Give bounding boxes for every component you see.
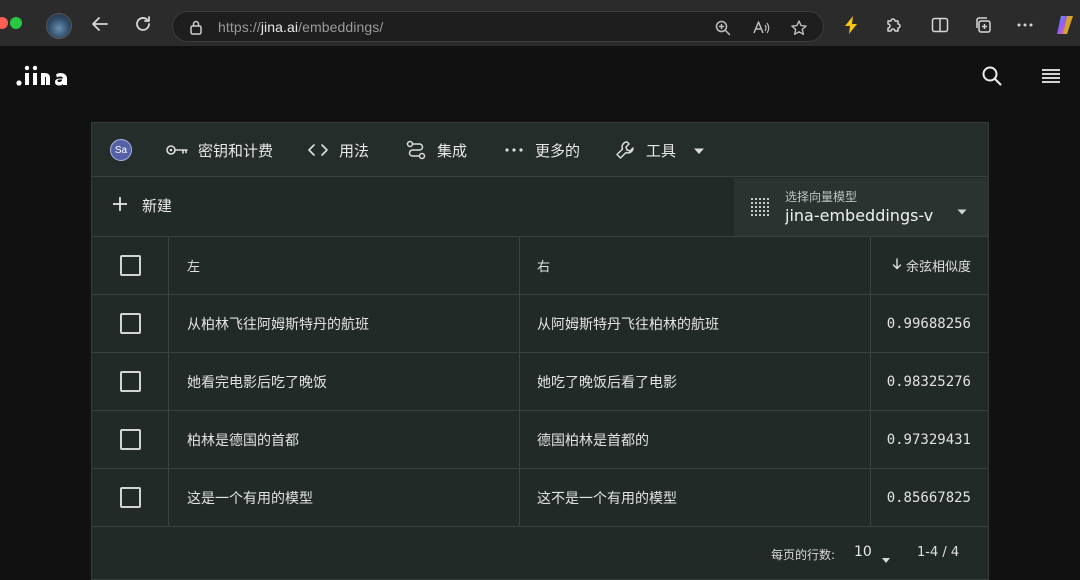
toolbar-item-label: 集成: [437, 141, 468, 160]
cell-score: 0.85667825: [886, 489, 971, 506]
cell-left-text: 从柏林飞往阿姆斯特丹的航班: [169, 295, 520, 352]
column-header-score-label: 余弦相似度: [905, 260, 971, 275]
page-range: 1-4 / 4: [917, 545, 960, 560]
url-text: https://jina.ai/embeddings/: [218, 19, 384, 35]
back-arrow-icon[interactable]: [88, 12, 112, 36]
toolbar-item-keys-billing[interactable]: 密钥和计费: [165, 138, 273, 162]
split-screen-icon[interactable]: [928, 13, 952, 37]
toolbar-item-label: 密钥和计费: [198, 141, 274, 160]
model-select[interactable]: 选择向量模型 jina-embeddings-v: [734, 178, 988, 236]
key-icon: [165, 138, 189, 162]
embeddings-panel: Sa 密钥和计费 用法 集成 更多的 工具 新建 选择向量模型 jina-emb…: [91, 122, 989, 580]
wrench-icon: [613, 138, 637, 162]
lock-icon: [189, 19, 203, 39]
cell-score: 0.98325276: [886, 373, 971, 390]
window-close-button[interactable]: [0, 17, 8, 29]
toolbar-item-more[interactable]: 更多的: [502, 138, 580, 162]
zoom-icon[interactable]: [713, 18, 733, 38]
model-select-value: jina-embeddings-v: [785, 206, 934, 225]
cell-left-text: 柏林是德国的首都: [169, 411, 520, 468]
cell-score: 0.99688256: [886, 315, 971, 332]
search-icon[interactable]: [980, 64, 1004, 88]
sort-arrow-down-icon: [892, 257, 902, 274]
table-row[interactable]: 柏林是德国的首都 德国柏林是首都的 0.97329431: [92, 411, 988, 469]
row-select-cell: [92, 411, 169, 468]
row-select-cell: [92, 353, 169, 410]
cell-right-text: 她吃了晚饭后看了电影: [520, 353, 871, 410]
user-avatar[interactable]: Sa: [110, 139, 132, 161]
copilot-icon[interactable]: [1053, 13, 1077, 37]
address-bar[interactable]: https://jina.ai/embeddings/: [172, 11, 824, 42]
toolbar-item-label: 更多的: [535, 141, 581, 160]
table-row[interactable]: 这是一个有用的模型 这不是一个有用的模型 0.85667825: [92, 469, 988, 527]
cell-left-text: 她看完电影后吃了晚饭: [169, 353, 520, 410]
toolbar-item-usage[interactable]: 用法: [306, 138, 369, 162]
toolbar-item-integrations[interactable]: 集成: [404, 138, 467, 162]
cell-right-text: 这不是一个有用的模型: [520, 469, 871, 526]
rows-per-page-label: 每页的行数:: [771, 548, 836, 562]
column-header-left[interactable]: 左: [169, 237, 520, 294]
favorite-star-icon[interactable]: [789, 18, 809, 38]
row-checkbox[interactable]: [119, 429, 141, 450]
lightning-extension-icon[interactable]: [839, 13, 863, 37]
chevron-down-icon: [956, 201, 968, 220]
page: Sa 密钥和计费 用法 集成 更多的 工具 新建 选择向量模型 jina-emb…: [0, 46, 1080, 580]
window-zoom-button[interactable]: [10, 17, 22, 29]
action-bar: 新建 选择向量模型 jina-embeddings-v: [92, 178, 988, 237]
panel-toolbar: Sa 密钥和计费 用法 集成 更多的 工具: [92, 123, 988, 177]
more-horizontal-icon: [502, 138, 526, 162]
more-menu-icon[interactable]: [1013, 13, 1037, 37]
hamburger-menu-icon[interactable]: [1039, 64, 1063, 88]
new-button-label: 新建: [142, 197, 173, 215]
grid-icon: [751, 198, 769, 216]
toolbar-item-label: 用法: [339, 141, 370, 160]
browser-profile-avatar[interactable]: [46, 13, 72, 39]
cell-right-text: 德国柏林是首都的: [520, 411, 871, 468]
table-row[interactable]: 她看完电影后吃了晚饭 她吃了晚饭后看了电影 0.98325276: [92, 353, 988, 411]
refresh-icon[interactable]: [131, 12, 155, 36]
cell-right-text: 从阿姆斯特丹飞往柏林的航班: [520, 295, 871, 352]
rows-per-page-select[interactable]: 10: [854, 544, 872, 560]
jina-logo[interactable]: [16, 63, 76, 89]
column-header-score[interactable]: 余弦相似度: [871, 237, 988, 294]
extensions-puzzle-icon[interactable]: [882, 13, 906, 37]
code-icon: [306, 138, 330, 162]
toolbar-item-tools[interactable]: 工具: [613, 138, 705, 162]
similarity-table: 左 右 余弦相似度 从柏林飞往阿姆斯特丹的航班 从阿姆斯特丹飞往柏林的航班 0.…: [92, 237, 988, 527]
plus-icon: [112, 196, 128, 216]
row-checkbox[interactable]: [119, 371, 141, 392]
browser-toolbar: https://jina.ai/embeddings/: [0, 0, 1080, 46]
select-all-cell: [92, 237, 169, 294]
chevron-down-icon: [693, 141, 705, 159]
column-header-right[interactable]: 右: [520, 237, 871, 294]
row-checkbox[interactable]: [119, 487, 141, 508]
cell-left-text: 这是一个有用的模型: [169, 469, 520, 526]
row-select-cell: [92, 469, 169, 526]
pagination: 每页的行数: 10 1-4 / 4: [92, 529, 988, 579]
table-row[interactable]: 从柏林飞往阿姆斯特丹的航班 从阿姆斯特丹飞往柏林的航班 0.99688256: [92, 295, 988, 353]
table-header-row: 左 右 余弦相似度: [92, 237, 988, 295]
model-select-label: 选择向量模型: [785, 190, 858, 204]
row-checkbox[interactable]: [119, 313, 141, 334]
toolbar-item-label: 工具: [646, 141, 677, 160]
new-button[interactable]: 新建: [112, 195, 172, 216]
select-all-checkbox[interactable]: [119, 255, 141, 276]
collections-icon[interactable]: [971, 13, 995, 37]
row-select-cell: [92, 295, 169, 352]
read-aloud-icon[interactable]: [751, 18, 771, 38]
chevron-down-icon[interactable]: [881, 549, 891, 568]
route-icon: [404, 138, 428, 162]
cell-score: 0.97329431: [886, 431, 971, 448]
